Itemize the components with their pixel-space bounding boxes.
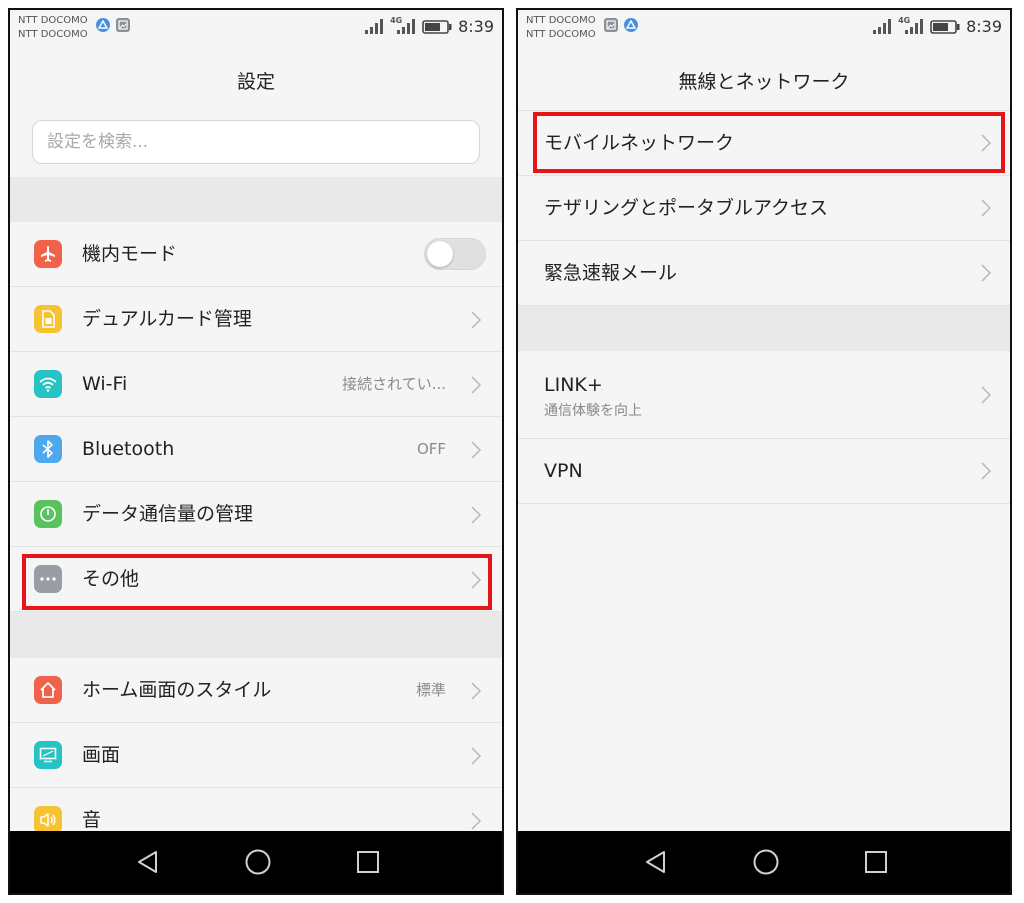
carrier-name-secondary: NTT DOCOMO	[526, 29, 596, 40]
settings-screen: NTT DOCOMO NTT DOCOMO 4G 8:39 設定 設定を検索..…	[8, 8, 504, 895]
lte-signal-icon: 4G	[898, 16, 924, 35]
status-bar: NTT DOCOMO NTT DOCOMO 4G 8:39	[518, 10, 1010, 50]
network-item-sublabel: 通信体験を向上	[544, 403, 642, 419]
navigation-bar	[10, 831, 502, 893]
airplane-mode-toggle[interactable]	[424, 238, 486, 270]
settings-item-label: ホーム画面のスタイル	[82, 679, 272, 701]
network-item-label: テザリングとポータブルアクセス	[544, 197, 829, 219]
settings-item-label: データ通信量の管理	[82, 503, 254, 525]
recents-button[interactable]	[860, 846, 892, 878]
chevron-right-icon	[981, 134, 992, 152]
bluetooth-status: OFF	[416, 440, 446, 458]
home-style-value: 標準	[415, 681, 446, 699]
settings-item-label: 機内モード	[82, 243, 178, 265]
settings-item-label: Wi-Fi	[82, 373, 128, 395]
chevron-right-icon	[981, 264, 992, 282]
back-button[interactable]	[640, 846, 672, 878]
chevron-right-icon	[471, 506, 482, 524]
page-title: 無線とネットワーク	[518, 50, 1010, 111]
home-icon	[34, 676, 62, 704]
sound-icon	[34, 806, 62, 834]
chevron-right-icon	[471, 571, 482, 589]
settings-item-label: Bluetooth	[82, 438, 175, 460]
settings-item-wifi[interactable]: Wi-Fi 接続されてい...	[10, 352, 502, 417]
network-item-vpn[interactable]: VPN	[518, 439, 1010, 504]
battery-icon	[422, 19, 452, 34]
settings-item-data-usage[interactable]: データ通信量の管理	[10, 482, 502, 547]
home-button[interactable]	[242, 846, 274, 878]
lte-signal-icon: 4G	[390, 16, 416, 35]
settings-item-label: デュアルカード管理	[82, 308, 252, 330]
chevron-right-icon	[471, 376, 482, 394]
settings-item-label: その他	[82, 568, 140, 590]
network-item-label: 緊急速報メール	[544, 262, 678, 284]
section-divider	[518, 306, 1010, 351]
section-divider	[10, 177, 502, 222]
home-circle-icon	[245, 849, 271, 875]
data-usage-icon	[34, 500, 62, 528]
battery-icon	[930, 19, 960, 34]
gallery-icon	[116, 18, 130, 32]
settings-item-others[interactable]: その他	[10, 547, 502, 612]
network-item-tethering[interactable]: テザリングとポータブルアクセス	[518, 176, 1010, 241]
search-input[interactable]	[33, 121, 479, 163]
network-item-link-plus[interactable]: LINK+ 通信体験を向上	[518, 351, 1010, 439]
drive-icon	[96, 18, 110, 32]
home-circle-icon	[753, 849, 779, 875]
chevron-right-icon	[471, 441, 482, 459]
carrier-name-secondary: NTT DOCOMO	[18, 29, 88, 40]
back-icon	[646, 851, 665, 873]
airplane-icon	[34, 240, 62, 268]
section-divider	[10, 612, 502, 658]
signal-icon	[365, 18, 384, 34]
search-area	[10, 110, 502, 177]
clock: 8:39	[966, 17, 1002, 36]
settings-item-display[interactable]: 画面	[10, 723, 502, 788]
drive-icon	[624, 18, 638, 32]
sim-card-icon	[34, 305, 62, 333]
gallery-icon	[604, 18, 618, 32]
clock: 8:39	[458, 17, 494, 36]
search-box[interactable]	[32, 120, 480, 164]
recents-button[interactable]	[352, 846, 384, 878]
page-title: 設定	[10, 50, 502, 111]
settings-item-dual-card[interactable]: デュアルカード管理	[10, 287, 502, 352]
chevron-right-icon	[471, 311, 482, 329]
wifi-icon	[34, 370, 62, 398]
carrier-name: NTT DOCOMO	[18, 15, 88, 26]
network-item-emergency-alerts[interactable]: 緊急速報メール	[518, 241, 1010, 306]
more-icon	[34, 565, 62, 593]
navigation-bar	[518, 831, 1010, 893]
display-icon	[34, 741, 62, 769]
network-item-label: LINK+	[544, 374, 603, 396]
back-icon	[138, 851, 157, 873]
network-item-mobile-network[interactable]: モバイルネットワーク	[518, 111, 1010, 176]
status-bar: NTT DOCOMO NTT DOCOMO 4G 8:39	[10, 10, 502, 50]
home-button[interactable]	[750, 846, 782, 878]
wifi-status: 接続されてい...	[342, 375, 446, 393]
network-item-label: VPN	[544, 460, 583, 482]
wireless-networks-screen: NTT DOCOMO NTT DOCOMO 4G 8:39 無線とネットワーク …	[516, 8, 1012, 895]
network-item-label: モバイルネットワーク	[544, 132, 735, 154]
chevron-right-icon	[471, 682, 482, 700]
signal-icon	[873, 18, 892, 34]
recents-icon	[865, 851, 887, 873]
chevron-right-icon	[981, 462, 992, 480]
chevron-right-icon	[471, 747, 482, 765]
chevron-right-icon	[981, 386, 992, 404]
chevron-right-icon	[981, 199, 992, 217]
chevron-right-icon	[471, 812, 482, 830]
settings-item-home-style[interactable]: ホーム画面のスタイル 標準	[10, 658, 502, 723]
recents-icon	[357, 851, 379, 873]
settings-item-bluetooth[interactable]: Bluetooth OFF	[10, 417, 502, 482]
bluetooth-icon	[34, 435, 62, 463]
settings-item-airplane-mode[interactable]: 機内モード	[10, 222, 502, 287]
settings-item-label: 画面	[82, 744, 121, 766]
carrier-name: NTT DOCOMO	[526, 15, 596, 26]
back-button[interactable]	[132, 846, 164, 878]
